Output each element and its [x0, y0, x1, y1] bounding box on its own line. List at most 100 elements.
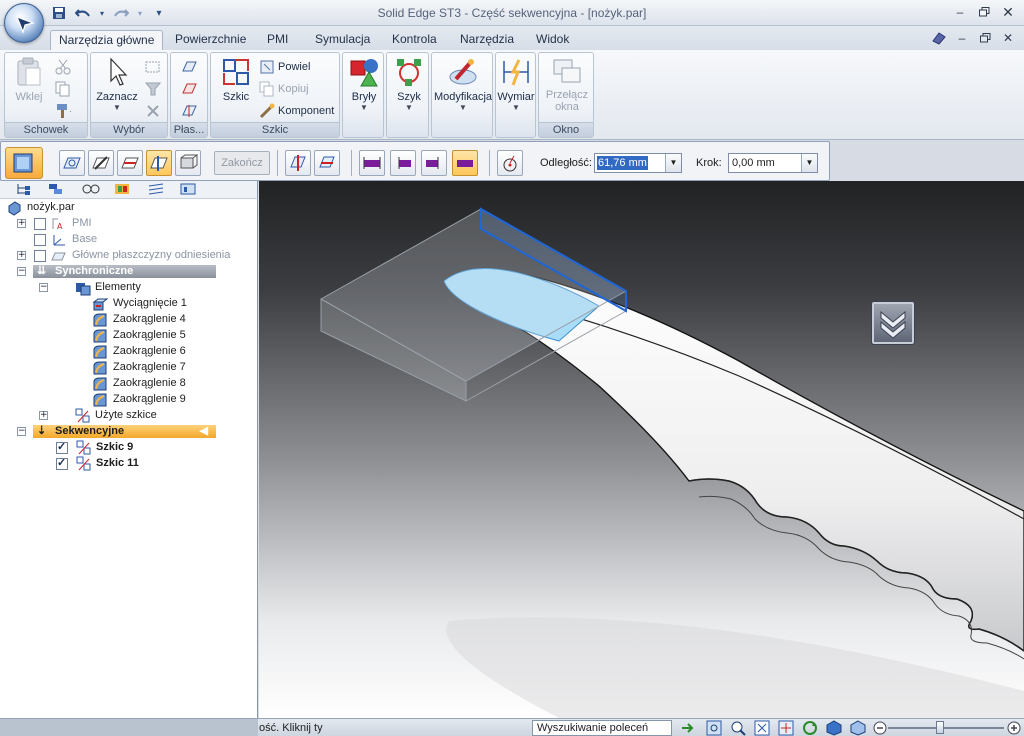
coplanar-option-button[interactable] — [59, 150, 85, 176]
copy-button[interactable]: Kopiuj — [259, 79, 309, 99]
group-dimension: Wymiar ▼ — [495, 52, 536, 138]
plane-icon[interactable] — [181, 59, 197, 75]
pathfinder-tab-icon[interactable] — [16, 182, 32, 196]
tab-simulation[interactable]: Symulacja — [307, 30, 378, 50]
doc-restore-icon[interactable] — [975, 29, 995, 47]
dimension-button[interactable]: Wymiar ▼ — [497, 57, 535, 112]
select-box-icon[interactable] — [145, 59, 161, 75]
expand-icon[interactable]: + — [17, 251, 26, 260]
component-button[interactable]: Komponent — [259, 101, 334, 121]
restore-icon[interactable] — [974, 3, 994, 21]
through-extent-button[interactable] — [452, 150, 478, 176]
project-button[interactable]: Powiel — [259, 57, 310, 77]
sketch-icon — [75, 408, 91, 424]
collapse-icon[interactable]: − — [17, 427, 26, 436]
symmetric-extent-button[interactable] — [359, 150, 385, 176]
collapse-icon[interactable]: − — [39, 283, 48, 292]
zoom-in-icon[interactable] — [1006, 720, 1022, 736]
keypoint-button[interactable] — [497, 150, 523, 176]
cut-icon[interactable] — [55, 59, 71, 75]
tab-home[interactable]: Narzędzia główne — [50, 30, 164, 50]
application-menu-button[interactable] — [4, 3, 44, 43]
round-icon — [92, 344, 108, 360]
switch-windows-button[interactable]: Przełącz okna — [541, 57, 593, 113]
format-painter-icon[interactable] — [55, 103, 71, 119]
tab-tools[interactable]: Narzędzia — [452, 30, 522, 50]
select-button[interactable]: Zaznacz ▼ — [95, 57, 139, 112]
finish-button[interactable]: Zakończ — [214, 151, 270, 175]
graphics-viewport[interactable] — [259, 181, 1024, 718]
pattern-button[interactable]: Szyk ▼ — [389, 57, 429, 112]
switch-windows-label-1: Przełącz — [545, 89, 589, 101]
tab-surfaces[interactable]: Powierzchnie — [167, 30, 254, 50]
select-tools-icon[interactable] — [145, 103, 161, 119]
plane-option-button[interactable] — [146, 150, 172, 176]
tab-pmi[interactable]: PMI — [259, 30, 296, 50]
solids-button[interactable]: Bryły ▼ — [345, 57, 383, 112]
other-side-extent-button[interactable] — [421, 150, 447, 176]
distance-field[interactable]: 61,76 mm ▼ — [594, 153, 682, 173]
one-side-extent-button[interactable] — [390, 150, 416, 176]
visibility-checkbox[interactable] — [56, 456, 68, 470]
modify-button[interactable]: Modyfikacja ▼ — [432, 57, 494, 112]
zoom-icon[interactable] — [730, 720, 746, 736]
zoom-area-icon[interactable] — [706, 720, 722, 736]
features-library-icon[interactable] — [114, 182, 130, 196]
zoom-slider-track[interactable] — [888, 727, 1004, 729]
visibility-checkbox[interactable] — [34, 234, 46, 246]
layers-icon[interactable] — [48, 182, 64, 196]
visibility-checkbox[interactable] — [34, 218, 46, 230]
minimize-icon[interactable]: – — [950, 3, 970, 21]
zoom-slider-thumb[interactable] — [936, 721, 944, 734]
copy-icon[interactable] — [55, 81, 71, 97]
edge-option-button[interactable] — [117, 150, 143, 176]
plane-parallel-button[interactable] — [314, 150, 340, 176]
face-option-button[interactable] — [88, 150, 114, 176]
family-icon[interactable] — [82, 182, 100, 196]
expand-icon[interactable]: + — [39, 411, 48, 420]
tree-section-ordered[interactable]: − ⇣ Sekwencyjne ◀ — [16, 424, 216, 440]
tree-item-label: Elementy — [95, 281, 141, 293]
go-arrow-icon[interactable] — [680, 720, 696, 736]
help-icon[interactable] — [929, 29, 949, 47]
chevron-down-icon[interactable]: ▼ — [801, 154, 817, 172]
pan-icon[interactable] — [778, 720, 794, 736]
tree-item-label: Szkic 11 — [96, 457, 139, 469]
chevron-down-icon[interactable]: ▼ — [665, 154, 681, 172]
paste-button[interactable]: Wklej — [11, 57, 47, 103]
sketch-icon — [76, 456, 92, 472]
solid-option-button[interactable] — [175, 150, 201, 176]
sensors-icon[interactable] — [148, 182, 164, 196]
dimension-label: Wymiar — [497, 91, 535, 103]
tree-section-synchronous[interactable]: − ⇊ Synchroniczne — [16, 264, 216, 280]
visibility-checkbox[interactable] — [56, 440, 68, 454]
tree-item-label: Zaokrąglenie 8 — [113, 377, 186, 389]
command-search-field[interactable]: Wyszukiwanie poleceń — [532, 720, 672, 736]
face-selection-step-button[interactable] — [5, 147, 43, 179]
expand-icon[interactable]: + — [17, 219, 26, 228]
part-icon — [6, 200, 22, 216]
tab-view[interactable]: Widok — [528, 30, 577, 50]
doc-close-icon[interactable]: ✕ — [998, 29, 1018, 47]
fit-icon[interactable] — [754, 720, 770, 736]
step-navigation-button[interactable] — [871, 301, 915, 345]
step-field[interactable]: 0,00 mm ▼ — [728, 153, 818, 173]
status-prompt: ość. Kliknij ty — [259, 722, 323, 734]
doc-minimize-icon[interactable]: – — [952, 29, 972, 47]
rotate-icon[interactable] — [802, 720, 818, 736]
collapse-icon[interactable]: − — [17, 267, 26, 276]
visibility-checkbox[interactable] — [34, 250, 46, 262]
tab-inspect[interactable]: Kontrola — [384, 30, 445, 50]
zoom-out-icon[interactable] — [872, 720, 888, 736]
properties-icon[interactable] — [180, 182, 196, 196]
view-orientation-icon[interactable] — [826, 720, 842, 736]
display-style-icon[interactable] — [850, 720, 866, 736]
pmi-icon: A — [51, 216, 67, 232]
sketch-button[interactable]: Szkic — [217, 57, 255, 103]
coincident-plane-icon[interactable] — [181, 81, 197, 97]
copy-sketch-icon — [259, 81, 275, 97]
filter-icon[interactable] — [145, 81, 161, 97]
close-icon[interactable]: ✕ — [998, 3, 1018, 21]
normal-plane-icon[interactable] — [181, 103, 197, 119]
plane-normal-button[interactable] — [285, 150, 311, 176]
